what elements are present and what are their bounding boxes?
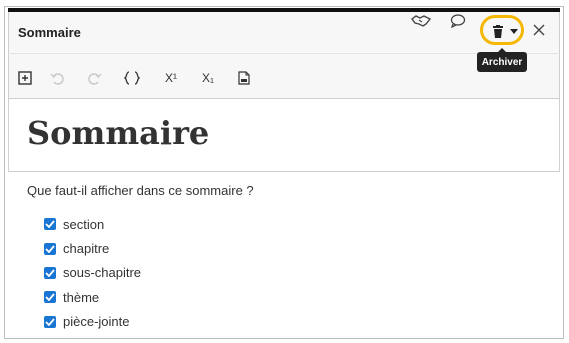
- option-label: thème: [63, 289, 100, 305]
- comment-icon[interactable]: [449, 13, 467, 29]
- option-chapitre[interactable]: chapitre: [44, 236, 141, 260]
- summary-question: Que faut-il afficher dans ce sommaire ?: [27, 183, 254, 198]
- panel-title: Sommaire: [18, 25, 81, 40]
- handshake-icon[interactable]: [411, 13, 431, 29]
- undo-icon[interactable]: [48, 69, 66, 87]
- option-label: sous-chapitre: [63, 265, 142, 281]
- panel-header: Sommaire: [8, 12, 560, 54]
- checkbox[interactable]: [44, 291, 56, 304]
- insert-box-icon[interactable]: [16, 69, 34, 87]
- caret-down-icon[interactable]: [509, 27, 519, 37]
- superscript-button[interactable]: X¹: [160, 69, 182, 87]
- trash-icon[interactable]: [491, 25, 505, 39]
- redo-icon[interactable]: [86, 69, 104, 87]
- option-label: pièce-jointe: [63, 314, 130, 330]
- close-icon[interactable]: [531, 22, 547, 38]
- editor-toolbar: X¹ X₁: [8, 55, 560, 99]
- option-theme[interactable]: thème: [44, 285, 141, 309]
- option-sous-chapitre[interactable]: sous-chapitre: [44, 261, 141, 285]
- options-list: section chapitre sous-chapitre thème piè…: [44, 212, 141, 334]
- pdf-icon[interactable]: [235, 69, 253, 87]
- option-label: section: [63, 216, 105, 232]
- checkbox[interactable]: [44, 242, 56, 255]
- option-label: chapitre: [63, 241, 110, 257]
- option-section[interactable]: section: [44, 212, 141, 236]
- document-heading: Sommaire: [27, 114, 210, 152]
- checkbox[interactable]: [44, 218, 56, 231]
- subscript-button[interactable]: X₁: [197, 69, 219, 87]
- checkbox[interactable]: [44, 266, 56, 279]
- braces-icon[interactable]: [123, 69, 141, 87]
- option-piece-jointe[interactable]: pièce-jointe: [44, 310, 141, 334]
- checkbox[interactable]: [44, 315, 56, 328]
